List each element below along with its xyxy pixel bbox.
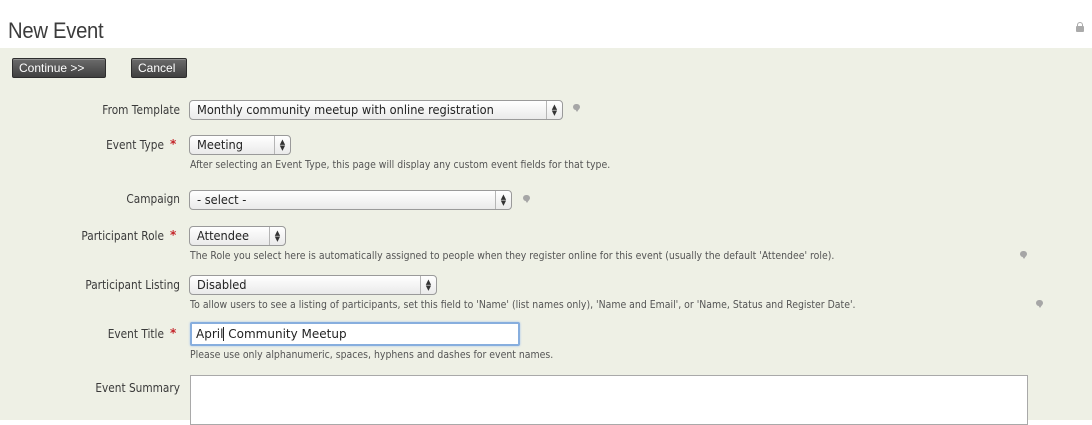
select-arrows-icon: ▲ ▼	[269, 227, 285, 245]
continue-button[interactable]: Continue >>	[12, 58, 106, 78]
participant-role-hint: The Role you select here is automaticall…	[190, 249, 834, 262]
event-type-select[interactable]: Meeting ▲ ▼	[189, 135, 291, 155]
event-type-label: Event Type	[106, 138, 164, 152]
event-summary-textarea[interactable]	[190, 375, 1028, 425]
from-template-value: Monthly community meetup with online reg…	[197, 103, 494, 117]
event-title-label: Event Title	[107, 327, 164, 341]
page-title: New Event	[8, 18, 104, 43]
event-summary-label: Event Summary	[95, 381, 180, 395]
participant-role-hint-text: The Role you select here is automaticall…	[190, 249, 835, 262]
participant-listing-hint: To allow users to see a listing of parti…	[190, 298, 856, 311]
required-marker: *	[170, 137, 177, 151]
help-bubble-icon[interactable]	[522, 195, 532, 204]
cancel-button[interactable]: Cancel	[131, 58, 187, 78]
lock-icon	[1076, 22, 1084, 32]
participant-role-select[interactable]: Attendee ▲ ▼	[189, 226, 286, 246]
from-template-select[interactable]: Monthly community meetup with online reg…	[189, 100, 563, 120]
event-type-hint: After selecting an Event Type, this page…	[190, 158, 611, 171]
select-arrows-icon: ▲ ▼	[420, 276, 436, 294]
from-template-label: From Template	[102, 103, 180, 117]
select-arrows-icon: ▲ ▼	[274, 136, 290, 154]
event-title-hint: Please use only alphanumeric, spaces, hy…	[190, 348, 554, 361]
event-title-value-end: Community Meetup	[224, 327, 347, 341]
required-marker: *	[170, 326, 177, 340]
select-arrows-icon: ▲ ▼	[495, 191, 511, 209]
form-panel: Continue >> Cancel From Template Monthly…	[0, 48, 1092, 425]
participant-role-value: Attendee	[197, 229, 250, 243]
help-bubble-icon[interactable]	[1019, 251, 1029, 260]
campaign-label: Campaign	[126, 192, 180, 206]
help-bubble-icon[interactable]	[572, 104, 582, 113]
event-title-input[interactable]: April Community Meetup	[190, 322, 520, 346]
participant-role-label: Participant Role	[81, 229, 164, 243]
help-bubble-icon[interactable]	[1035, 300, 1045, 309]
participant-listing-label: Participant Listing	[85, 278, 180, 292]
campaign-value: - select -	[197, 193, 247, 207]
title-bar: New Event	[0, 14, 1092, 48]
campaign-select[interactable]: - select - ▲ ▼	[189, 190, 512, 210]
select-arrows-icon: ▲ ▼	[546, 101, 562, 119]
participant-listing-select[interactable]: Disabled ▲ ▼	[189, 275, 437, 295]
event-title-value-start: April	[196, 327, 224, 341]
participant-listing-value: Disabled	[197, 278, 247, 292]
event-type-value: Meeting	[197, 138, 243, 152]
required-marker: *	[170, 228, 177, 242]
